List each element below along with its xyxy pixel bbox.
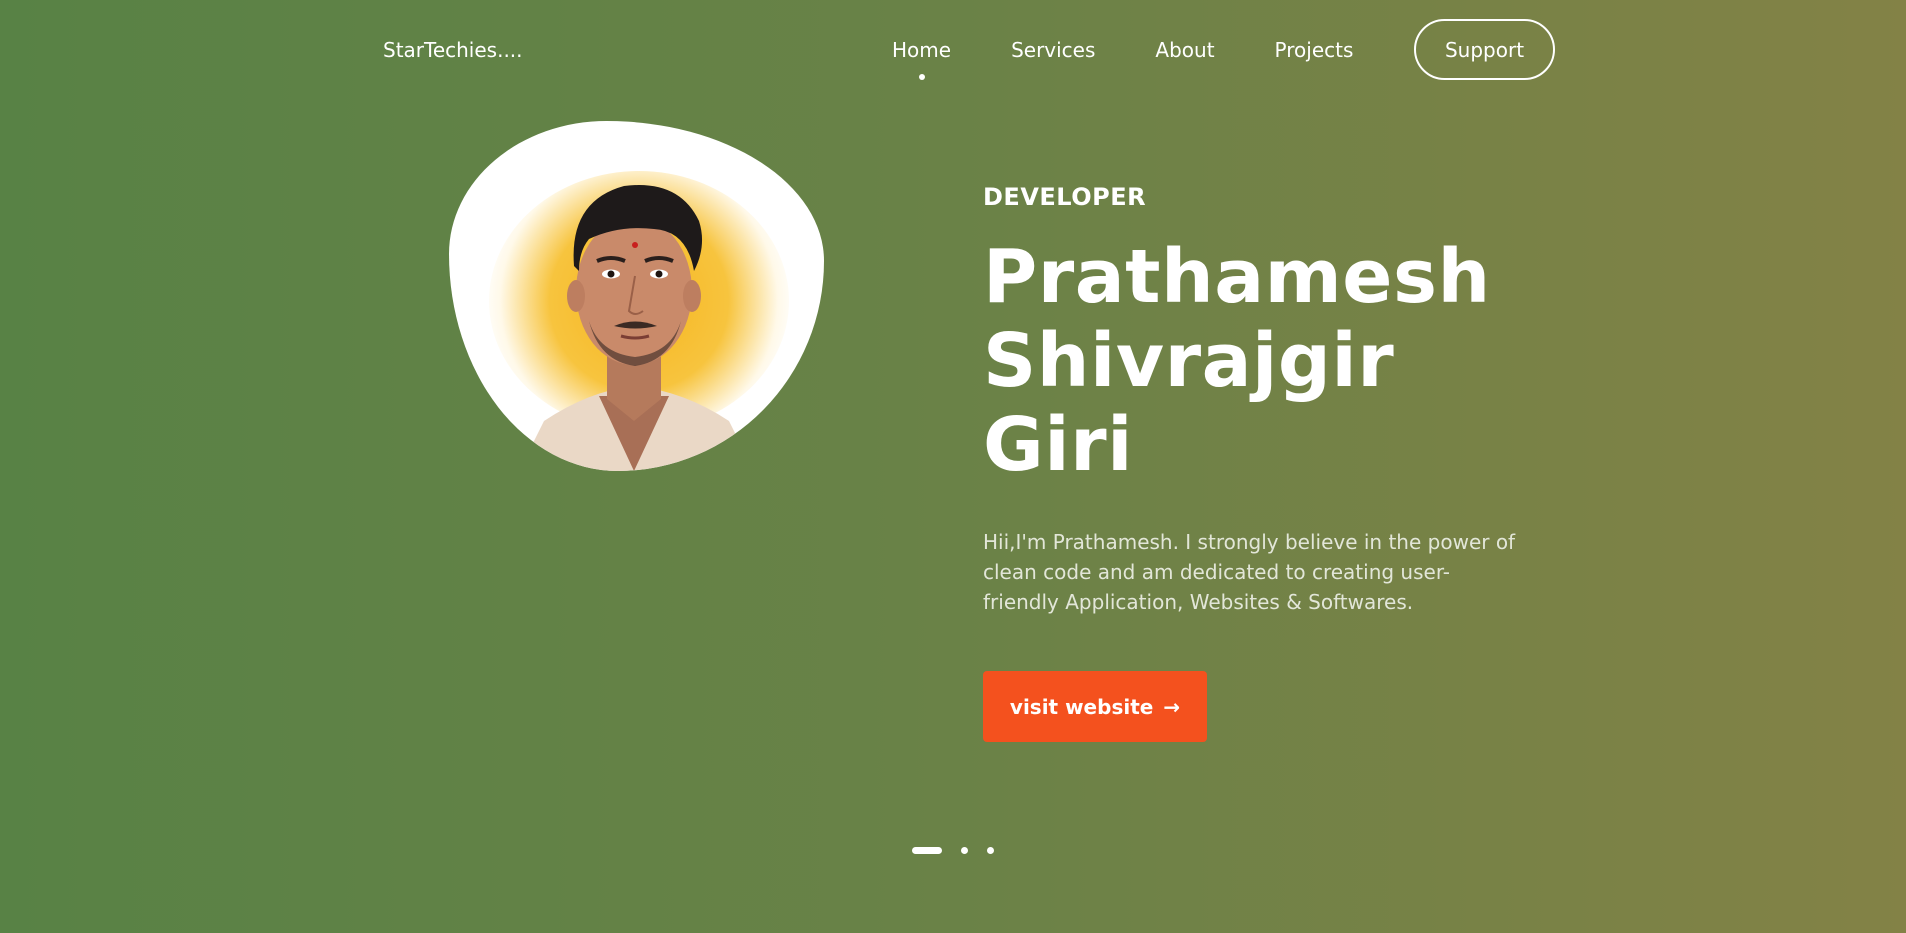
visit-website-button[interactable]: visit website → <box>983 671 1207 742</box>
hero-text: DEVELOPER Prathamesh Shivrajgir Giri Hii… <box>983 183 1543 617</box>
portrait-person-image <box>519 185 754 471</box>
support-button[interactable]: Support <box>1414 19 1555 80</box>
site-logo[interactable]: StarTechies.... <box>383 38 523 62</box>
visit-website-label: visit website <box>1009 694 1154 719</box>
hero-bio: Hii,I'm Prathamesh. I strongly believe i… <box>983 530 1516 614</box>
nav-links: Home Services About Projects <box>892 38 1413 80</box>
slider-dot-2[interactable] <box>961 847 968 854</box>
slider-pagination <box>912 847 1013 854</box>
arrow-right-icon: → <box>1163 694 1181 719</box>
hero-role: DEVELOPER <box>983 183 1147 211</box>
portrait-blob <box>449 121 824 471</box>
hero-name-line-2: Shivrajgir <box>983 318 1395 404</box>
hero-name-line-1: Prathamesh <box>983 234 1491 320</box>
slider-dot-1[interactable] <box>912 847 942 854</box>
slider-dot-3[interactable] <box>987 847 994 854</box>
hero-name-line-3: Giri <box>983 402 1133 488</box>
nav-link-projects[interactable]: Projects <box>1275 38 1354 62</box>
nav-link-home[interactable]: Home <box>892 38 951 80</box>
profile-portrait <box>449 121 824 471</box>
nav-link-services[interactable]: Services <box>1011 38 1095 62</box>
top-navigation: StarTechies.... Home Services About Proj… <box>0 0 1906 100</box>
nav-link-about[interactable]: About <box>1155 38 1214 62</box>
hero-name: Prathamesh Shivrajgir Giri <box>983 235 1543 487</box>
